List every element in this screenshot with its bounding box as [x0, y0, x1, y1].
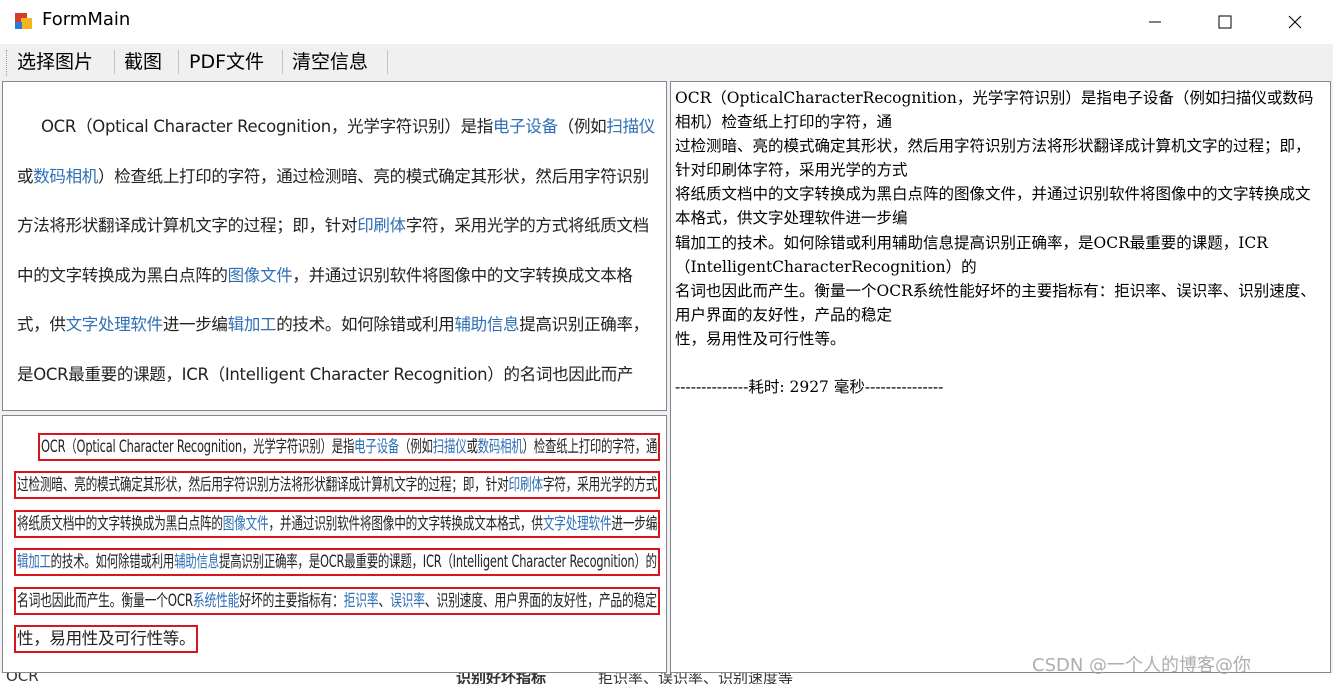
source-link-term: 文字处理软件: [65, 315, 164, 334]
source-link-term: 扫描仪: [606, 117, 655, 136]
source-link-term: 辑加工: [227, 315, 277, 334]
source-text-run: OCR（Optical Character Recognition，光学字符识别…: [41, 117, 493, 136]
text-region-box: [14, 625, 198, 653]
ocr-result-textbox[interactable]: OCR（OpticalCharacterRecognition，光学字符识别）是…: [670, 81, 1331, 673]
menu-strip: 选择图片 截图 PDF文件 清空信息: [0, 44, 1333, 80]
source-text-run: 进一步编: [162, 315, 228, 334]
csdn-watermark: CSDN @一个人的博客@你: [1032, 655, 1252, 676]
menu-separator: [178, 50, 179, 74]
maximize-icon: [1218, 15, 1232, 29]
menu-clear-info[interactable]: 清空信息: [292, 48, 368, 76]
close-icon: [1288, 15, 1302, 29]
text-region-box: [14, 471, 660, 500]
title-bar[interactable]: FormMain: [0, 0, 1333, 44]
source-link-term: 辅助信息: [454, 315, 520, 334]
text-region-box: [14, 509, 660, 538]
maximize-button[interactable]: [1190, 0, 1260, 44]
source-link-term: 数码相机: [33, 166, 99, 186]
menu-pdf-file[interactable]: PDF文件: [189, 48, 264, 76]
background-text-mid: 识别好坏指标: [456, 673, 547, 684]
source-link-term: 图像文件: [227, 265, 293, 285]
minimize-button[interactable]: [1120, 0, 1190, 44]
source-text-run: 的技术。如何除错或利用: [276, 315, 455, 334]
app-window-icon: [15, 13, 32, 29]
minimize-icon: [1149, 21, 1161, 23]
window-title: FormMain: [42, 9, 131, 30]
background-text-left: OCR: [6, 673, 39, 684]
menu-separator: [282, 50, 283, 74]
source-link-term: 印刷体: [357, 216, 406, 235]
menu-screenshot[interactable]: 截图: [124, 48, 162, 76]
menu-select-image[interactable]: 选择图片: [17, 48, 93, 76]
background-text-right: 拒识率、误识率、识别速度等: [598, 673, 794, 684]
close-button[interactable]: [1260, 0, 1330, 44]
form-main-window: FormMain 选择图片 截图 PDF文件 清空信息 OCR（Optical …: [0, 0, 1333, 684]
text-region-box: [14, 586, 660, 615]
menu-separator: [114, 50, 115, 74]
ocr-result-text: OCR（OpticalCharacterRecognition，光学字符识别）是…: [675, 89, 1316, 397]
text-region-box: [14, 548, 660, 577]
source-text-run: （例如: [557, 117, 607, 136]
menu-separator: [387, 50, 388, 74]
source-text-run: 或: [17, 166, 34, 186]
menu-grip-handle[interactable]: [6, 50, 9, 76]
source-link-term: 电子设备: [492, 117, 558, 136]
text-region-box: [38, 433, 660, 461]
detected-regions-box[interactable]: OCR（Optical Character Recognition，光学字符识别…: [2, 415, 667, 673]
source-image-box[interactable]: OCR（Optical Character Recognition，光学字符识别…: [2, 81, 667, 483]
